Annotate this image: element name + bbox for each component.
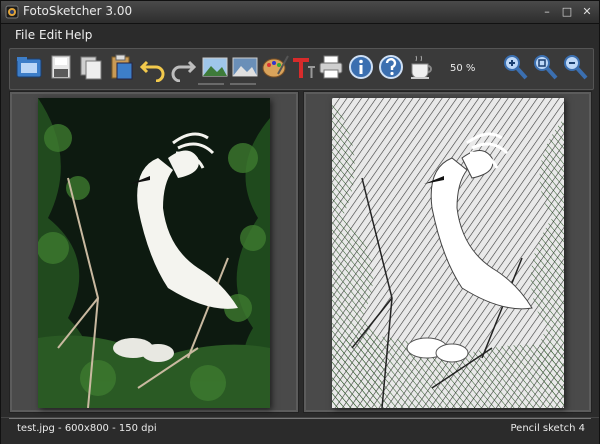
menu-bar: File Edit Help <box>1 24 599 46</box>
sketch-photo <box>332 98 564 408</box>
zoom-in-icon[interactable] <box>500 52 530 82</box>
status-bar: test.jpg - 600x800 - 150 dpi Pencil sket… <box>1 417 599 444</box>
redo-icon[interactable] <box>168 52 198 82</box>
original-photo <box>38 98 270 408</box>
donate-coffee-icon[interactable] <box>406 52 436 82</box>
window-title: FotoSketcher 3.00 <box>23 4 133 18</box>
zoom-level: 50 % <box>450 63 476 74</box>
add-text-icon[interactable] <box>288 52 318 82</box>
paste-icon[interactable] <box>106 52 136 82</box>
minimize-icon[interactable]: – <box>539 4 555 20</box>
save-icon[interactable] <box>46 52 76 82</box>
undo-icon[interactable] <box>138 52 168 82</box>
help-icon[interactable] <box>376 52 406 82</box>
toolbar-divider <box>198 83 224 85</box>
original-image-canvas <box>12 94 296 410</box>
maximize-icon[interactable]: □ <box>559 4 575 20</box>
title-bar: FotoSketcher 3.00 – □ ✕ <box>1 1 599 24</box>
copy-icon[interactable] <box>76 52 106 82</box>
menu-help[interactable]: Help <box>65 28 92 42</box>
toolbar-divider <box>230 83 256 85</box>
effect-name: Pencil sketch 4 <box>510 423 586 434</box>
sketch-image-icon[interactable] <box>230 52 260 82</box>
zoom-out-icon[interactable] <box>560 52 590 82</box>
info-icon[interactable] <box>346 52 376 82</box>
image-info: test.jpg - 600x800 - 150 dpi <box>17 423 157 434</box>
open-image-icon[interactable] <box>14 52 44 82</box>
app-window: FotoSketcher 3.00 – □ ✕ File Edit Help 5… <box>0 0 600 444</box>
menu-edit[interactable]: Edit <box>39 28 62 42</box>
close-icon[interactable]: ✕ <box>579 4 595 20</box>
palette-icon[interactable] <box>260 52 290 82</box>
print-icon[interactable] <box>316 52 346 82</box>
menu-file[interactable]: File <box>15 28 35 42</box>
zoom-fit-icon[interactable] <box>530 52 560 82</box>
toolbar: 50 % <box>9 48 594 90</box>
app-logo-icon <box>5 5 19 19</box>
original-image-icon[interactable] <box>200 52 230 82</box>
status-divider <box>9 418 591 419</box>
sketch-image-canvas <box>306 94 589 410</box>
sketch-image-panel[interactable] <box>303 91 592 413</box>
original-image-panel[interactable] <box>9 91 299 413</box>
